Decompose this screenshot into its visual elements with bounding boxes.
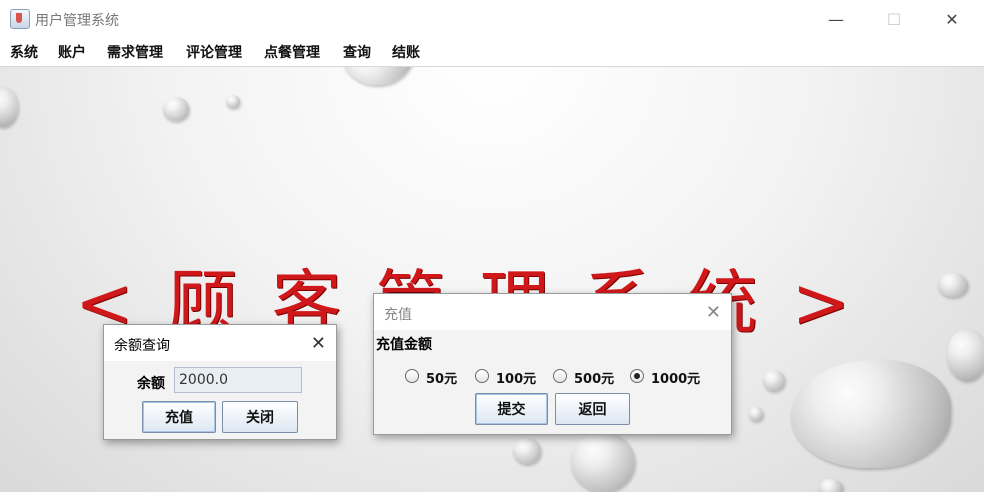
water-drop	[0, 87, 18, 127]
menu-bar: 系统 账户 需求管理 评论管理 点餐管理 查询 结账	[0, 38, 984, 67]
menu-query[interactable]: 查询	[343, 42, 371, 62]
balance-dialog: 余额查询 ✕ 余额 2000.0 充值 关闭	[103, 324, 337, 440]
title-bar: 用户管理系统 — ☐ ✕	[0, 0, 984, 38]
radio-100[interactable]	[475, 369, 489, 383]
close-button[interactable]: 关闭	[222, 401, 298, 433]
water-drop	[571, 432, 635, 492]
close-icon[interactable]: ✕	[311, 333, 326, 354]
menu-account[interactable]: 账户	[58, 42, 86, 62]
menu-system[interactable]: 系统	[10, 42, 38, 62]
balance-field[interactable]: 2000.0	[174, 367, 302, 393]
menu-demand[interactable]: 需求管理	[107, 42, 163, 62]
close-icon[interactable]: ✕	[932, 6, 972, 32]
recharge-dialog-titlebar: 充值 ✕	[374, 294, 731, 330]
radio-50-label: 50元	[426, 372, 458, 387]
submit-button[interactable]: 提交	[475, 393, 548, 425]
menu-order[interactable]: 点餐管理	[264, 42, 320, 62]
water-drop	[163, 97, 189, 121]
water-drop	[791, 360, 951, 468]
maximize-icon[interactable]: ☐	[874, 6, 914, 32]
radio-50[interactable]	[405, 369, 419, 383]
recharge-button[interactable]: 充值	[142, 401, 216, 433]
balance-label: 余额	[137, 376, 165, 392]
water-drop	[763, 370, 785, 391]
water-drop	[947, 329, 984, 381]
balance-dialog-titlebar: 余额查询 ✕	[104, 325, 336, 361]
water-drop	[749, 407, 763, 421]
java-app-icon	[10, 9, 30, 29]
recharge-dialog: 充值 ✕ 充值金额 提交 返回	[373, 293, 732, 435]
close-icon[interactable]: ✕	[706, 302, 721, 323]
radio-100-label: 100元	[496, 372, 537, 387]
minimize-icon[interactable]: —	[816, 6, 856, 32]
radio-500[interactable]	[553, 369, 567, 383]
water-drop	[819, 479, 843, 492]
water-drop	[513, 438, 541, 464]
radio-1000-label: 1000元	[651, 372, 701, 387]
menu-comment[interactable]: 评论管理	[186, 42, 242, 62]
radio-500-label: 500元	[574, 372, 615, 387]
water-drop	[340, 67, 415, 85]
balance-dialog-title: 余额查询	[114, 338, 170, 354]
radio-1000[interactable]	[630, 369, 644, 383]
menu-checkout[interactable]: 结账	[392, 42, 420, 62]
back-button[interactable]: 返回	[555, 393, 630, 425]
amount-label: 充值金额	[376, 337, 432, 353]
water-drop	[938, 273, 968, 297]
water-drop	[226, 95, 240, 108]
window-title: 用户管理系统	[35, 13, 119, 29]
recharge-dialog-title: 充值	[384, 307, 412, 323]
